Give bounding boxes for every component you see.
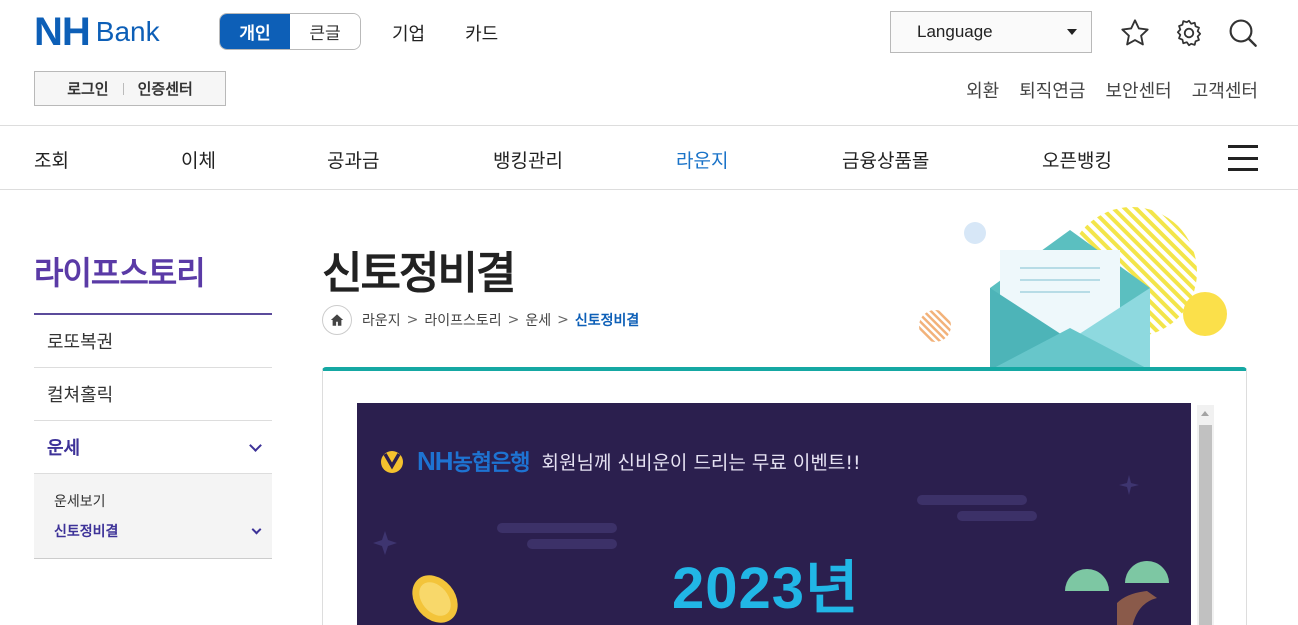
banner-brand: NH농협은행 (417, 445, 531, 477)
gnb-item-utility-bills[interactable]: 공과금 (327, 146, 379, 173)
lnb-item-label: 운세 (47, 438, 81, 459)
lnb-sub-label: 운세보기 (54, 494, 106, 510)
breadcrumb-separator: > (406, 312, 419, 328)
breadcrumb-item[interactable]: 운세 (525, 310, 551, 330)
home-icon[interactable] (322, 305, 352, 335)
gnb-item-product-mall[interactable]: 금융상품몰 (842, 146, 929, 173)
fx-link[interactable]: 외환 (966, 77, 999, 103)
logo-bank: Bank (95, 16, 160, 47)
banner-year: 2023년 (672, 556, 860, 621)
frame-scrollbar[interactable] (1197, 405, 1214, 625)
menu-hamburger-icon[interactable] (1228, 145, 1258, 171)
utility-nav: 외환 퇴직연금 보안센터 고객센터 (966, 77, 1258, 103)
lnb-item-lotto[interactable]: 로또복권 (34, 315, 272, 368)
lnb-item-culture[interactable]: 컬쳐홀릭 (34, 368, 272, 421)
top-nav: 기업 카드 (392, 20, 498, 46)
chevron-down-icon (249, 438, 262, 452)
envelope-illustration (919, 207, 1227, 370)
global-nav: 조회 이체 공과금 뱅킹관리 라운지 금융상품몰 오픈뱅킹 (0, 125, 1298, 190)
banner-brand-en: NH (417, 446, 454, 476)
cert-center-button[interactable]: 인증센터 (138, 78, 193, 99)
event-banner[interactable]: NH농협은행 회원님께 신비운이 드리는 무료 이벤트!! 2023년 (357, 403, 1191, 625)
divider (122, 82, 124, 95)
utility-icons (1118, 16, 1260, 50)
corporate-link[interactable]: 기업 (392, 20, 425, 46)
mode-toggle: 개인 큰글 (219, 13, 361, 50)
breadcrumb-item[interactable]: 라이프스토리 (424, 310, 501, 330)
gnb-item-open-banking[interactable]: 오픈뱅킹 (1042, 146, 1112, 173)
scrollbar-thumb[interactable] (1199, 425, 1212, 625)
personal-mode-button[interactable]: 개인 (220, 14, 290, 49)
breadcrumb-separator: > (507, 312, 520, 328)
search-icon[interactable] (1226, 16, 1260, 50)
breadcrumb-item[interactable]: 라운지 (362, 310, 401, 330)
gnb-item-lounge[interactable]: 라운지 (676, 146, 728, 173)
lnb-submenu: 운세보기 신토정비결 (34, 474, 272, 559)
settings-gear-icon[interactable] (1172, 16, 1206, 50)
gnb-item-inquiry[interactable]: 조회 (34, 146, 69, 173)
lnb-item-fortune[interactable]: 운세 (34, 421, 272, 474)
lnb-sub-item-tojeong[interactable]: 신토정비결 (54, 516, 272, 546)
nh-bank-emblem-icon (381, 451, 403, 473)
language-select[interactable]: Language (890, 11, 1092, 53)
lnb-title: 라이프스토리 (34, 254, 206, 292)
side-nav: 로또복권 컬쳐홀릭 운세 운세보기 신토정비결 (34, 313, 272, 559)
banner-tagline: 회원님께 신비운이 드리는 무료 이벤트!! (541, 451, 861, 474)
lnb-sub-item-fortune-view[interactable]: 운세보기 (54, 486, 272, 516)
nh-bank-logo[interactable]: NH Bank (34, 10, 160, 54)
auth-box: 로그인 인증센터 (34, 71, 226, 106)
large-text-mode-button[interactable]: 큰글 (290, 14, 360, 49)
language-label: Language (917, 22, 993, 41)
banner-header: NH농협은행 회원님께 신비운이 드리는 무료 이벤트!! (379, 445, 861, 477)
breadcrumb-separator: > (557, 312, 569, 328)
security-center-link[interactable]: 보안센터 (1106, 77, 1172, 103)
gnb-item-transfer[interactable]: 이체 (181, 146, 216, 173)
banner-brand-kr: 농협은행 (452, 451, 531, 476)
pension-link[interactable]: 퇴직연금 (1019, 77, 1085, 103)
customer-center-link[interactable]: 고객센터 (1192, 77, 1258, 103)
login-button[interactable]: 로그인 (67, 78, 108, 99)
favorite-star-icon[interactable] (1118, 16, 1152, 50)
lnb-sub-label: 신토정비결 (54, 524, 119, 540)
caret-down-icon (1067, 29, 1077, 35)
page-title: 신토정비결 (322, 248, 516, 299)
chevron-down-icon (251, 524, 262, 534)
gnb-item-banking-mgmt[interactable]: 뱅킹관리 (493, 146, 563, 173)
breadcrumb: 라운지 > 라이프스토리 > 운세 > 신토정비결 (322, 305, 639, 335)
logo-nh: NH (34, 10, 91, 54)
breadcrumb-current: 신토정비결 (574, 313, 640, 329)
scroll-up-arrow-icon[interactable] (1201, 411, 1209, 416)
card-link[interactable]: 카드 (465, 20, 498, 46)
lnb-item-label: 컬쳐홀릭 (47, 385, 114, 406)
lnb-item-label: 로또복권 (47, 332, 114, 353)
